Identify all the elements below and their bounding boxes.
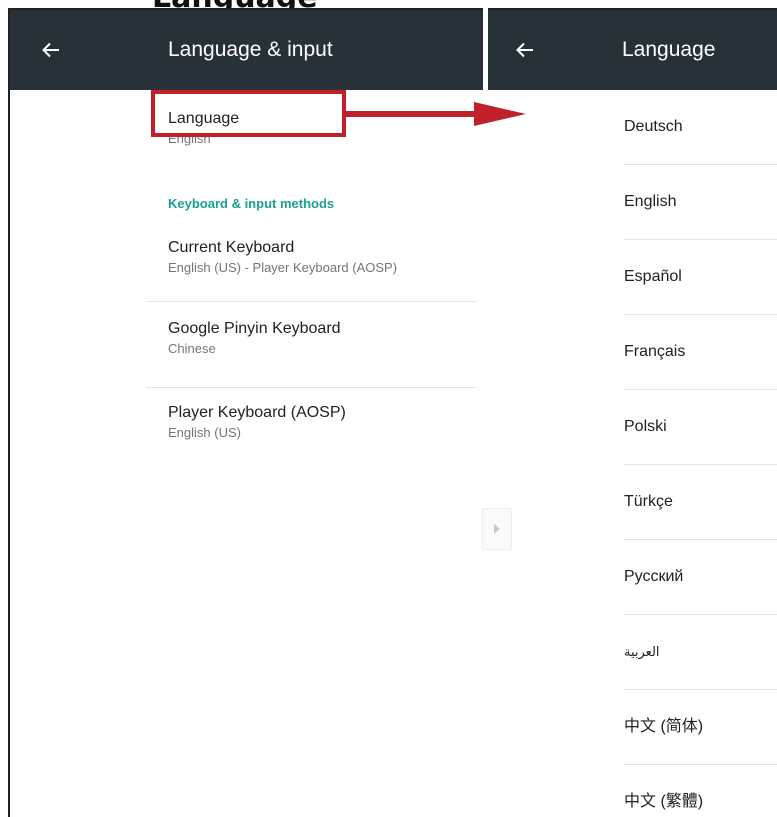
current-keyboard-summary: English (US) - Player Keyboard (AOSP) <box>168 260 398 275</box>
current-keyboard-item[interactable]: Current Keyboard English (US) - Player K… <box>168 239 397 275</box>
language-option-label: Español <box>624 268 682 285</box>
google-pinyin-keyboard-summary: Chinese <box>168 341 216 356</box>
language-option-label: العربية <box>624 644 660 659</box>
language-option-label: Français <box>624 343 686 360</box>
language-option-english[interactable]: English <box>624 165 777 240</box>
language-option-deutsch[interactable]: Deutsch <box>624 90 777 165</box>
language-option-label: 中文 (简体) <box>624 718 704 735</box>
language-option-label: English <box>624 193 677 210</box>
app-bar-title: Language & input <box>168 38 333 61</box>
language-option-chinese-traditional[interactable]: 中文 (繁體) <box>624 765 777 817</box>
back-button[interactable] <box>26 10 76 90</box>
chevron-right-icon <box>494 524 500 534</box>
language-option-chinese-simplified[interactable]: 中文 (简体) <box>624 690 777 765</box>
player-keyboard-item[interactable]: Player Keyboard (AOSP) English (US) <box>168 404 346 440</box>
google-pinyin-keyboard-label: Google Pinyin Keyboard <box>168 320 341 337</box>
player-keyboard-label: Player Keyboard (AOSP) <box>168 404 346 421</box>
language-option-label: Polski <box>624 418 667 435</box>
divider <box>146 387 477 388</box>
language-option-label: Türkçe <box>624 493 673 510</box>
highlight-box <box>151 90 346 137</box>
language-option-label: Русский <box>624 568 684 585</box>
app-bar: Language <box>488 10 777 90</box>
divider <box>146 301 477 302</box>
annotation-arrow-icon <box>346 102 526 126</box>
language-option-label: Deutsch <box>624 118 683 135</box>
language-panel: Language Deutsch English Español Françai… <box>488 8 777 817</box>
language-option-label: 中文 (繁體) <box>624 793 704 810</box>
language-option-arabic[interactable]: العربية <box>624 615 777 690</box>
section-header-keyboard: Keyboard & input methods <box>168 196 335 211</box>
current-keyboard-label: Current Keyboard <box>168 239 295 256</box>
language-option-francais[interactable]: Français <box>624 315 777 390</box>
language-option-russian[interactable]: Русский <box>624 540 777 615</box>
app-bar-title: Language <box>622 38 716 61</box>
app-bar: Language & input <box>10 10 483 90</box>
back-arrow-icon <box>42 42 59 58</box>
player-keyboard-summary: English (US) <box>168 425 241 440</box>
language-option-polski[interactable]: Polski <box>624 390 777 465</box>
back-arrow-icon <box>516 42 533 58</box>
back-button[interactable] <box>500 10 550 90</box>
pager-handle[interactable] <box>482 508 512 550</box>
google-pinyin-keyboard-item[interactable]: Google Pinyin Keyboard Chinese <box>168 320 341 356</box>
language-option-turkce[interactable]: Türkçe <box>624 465 777 540</box>
language-option-espanol[interactable]: Español <box>624 240 777 315</box>
